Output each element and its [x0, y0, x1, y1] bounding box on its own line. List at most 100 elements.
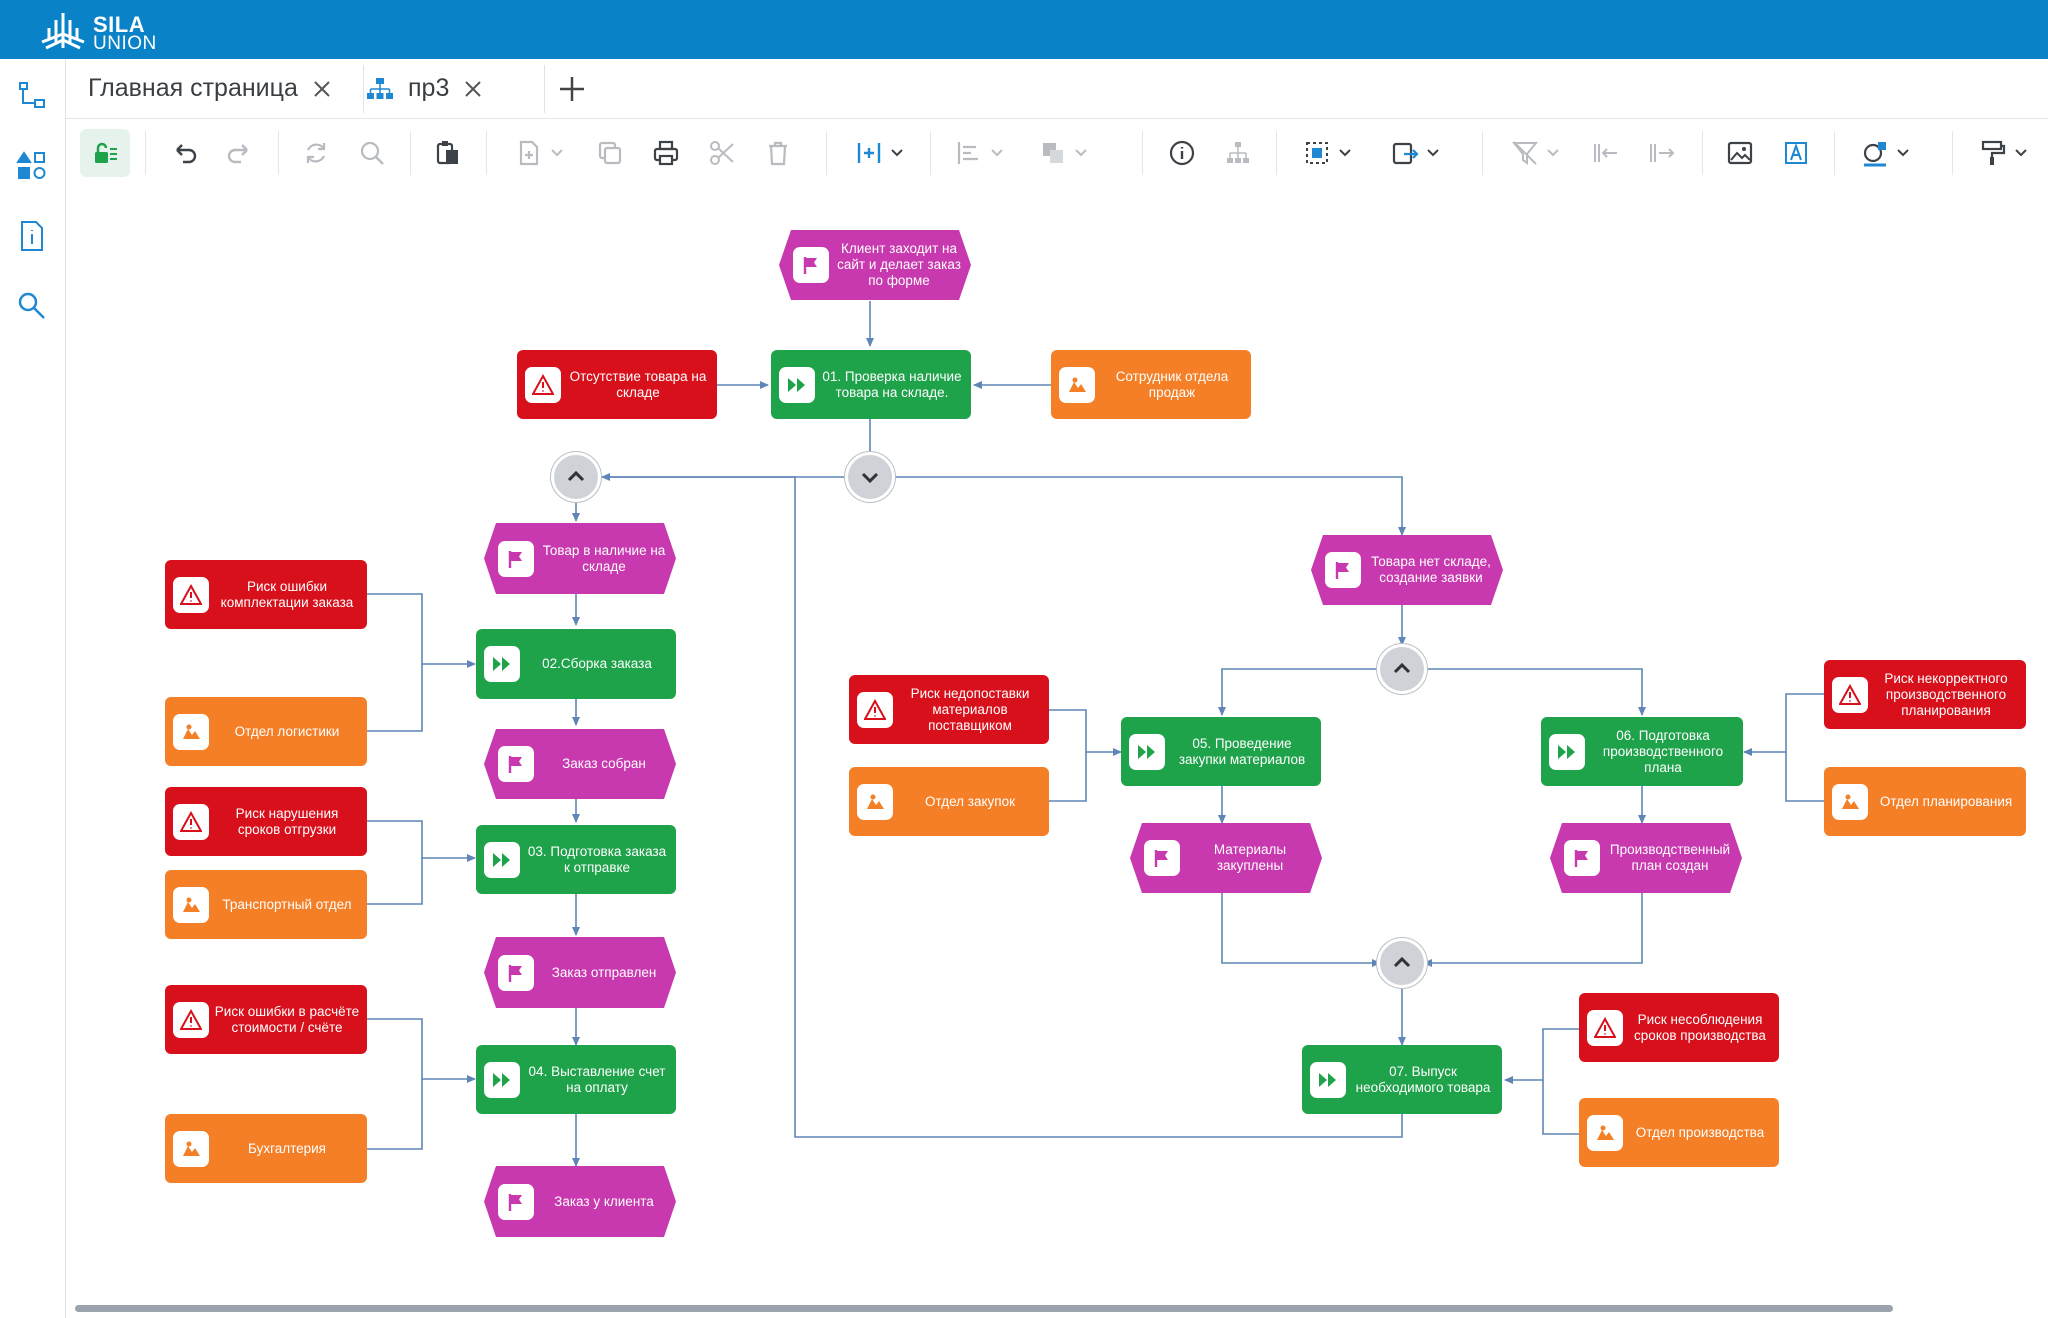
node-label: 03. Подготовка заказа к отправке	[527, 843, 667, 875]
org-unit-node[interactable]: Транспортный отдел	[165, 870, 367, 939]
flag-icon	[803, 257, 817, 274]
node-icon-box	[1144, 840, 1180, 876]
org-unit-node[interactable]: Бухгалтерия	[165, 1114, 367, 1183]
org-unit-icon	[1597, 1125, 1614, 1140]
node-label: 02.Сборка заказа	[542, 656, 652, 671]
node-icon-box	[173, 1130, 209, 1167]
event-node[interactable]: Заказ у клиента	[484, 1166, 676, 1237]
org-unit-icon	[1842, 794, 1859, 809]
warning-icon	[1839, 683, 1861, 705]
node-icon-box	[484, 1061, 520, 1098]
node-label: Товара нет складе, создание заявки	[1371, 554, 1491, 585]
function-node[interactable]: 06. Подготовка производственного плана	[1541, 717, 1743, 786]
flag-icon	[508, 1193, 522, 1211]
node-icon-box	[173, 886, 209, 923]
function-icon	[1138, 744, 1155, 759]
gate-right-up[interactable]	[1377, 644, 1427, 694]
function-node[interactable]: 03. Подготовка заказа к отправке	[476, 825, 676, 894]
event-node[interactable]: Заказ собран	[484, 729, 676, 799]
node-label: Отдел планирования	[1879, 793, 2013, 809]
warning-icon	[532, 373, 554, 395]
function-node[interactable]: 04. Выставление счет на оплату	[476, 1045, 676, 1114]
org-unit-icon	[1069, 377, 1086, 392]
node-label: Отдел закупок	[924, 793, 1016, 809]
node-icon-box	[498, 746, 534, 782]
risk-node[interactable]: Риск нарушения сроков отгрузки	[165, 787, 367, 856]
flag-icon	[1154, 850, 1168, 867]
node-label: Отдел логистики	[234, 723, 340, 739]
event-node[interactable]: Товара нет складе, создание заявки	[1311, 535, 1503, 605]
node-label: Риск ошибки в расчёте стоимости / счёте	[214, 1003, 360, 1035]
function-icon	[493, 852, 510, 867]
node-icon-box	[1549, 733, 1585, 770]
event-node[interactable]: Заказ отправлен	[484, 937, 676, 1008]
risk-node[interactable]: Риск ошибки в расчёте стоимости / счёте	[165, 985, 367, 1054]
node-icon-box	[525, 366, 561, 403]
node-icon-box	[484, 841, 520, 878]
risk-node[interactable]: Отсутствие товара на складе	[517, 350, 717, 419]
node-label: Отсутствие товара на складе	[569, 368, 707, 400]
node-label: 01. Проверка наличие товара на складе.	[822, 368, 962, 400]
org-unit-node[interactable]: Сотрудник отдела продаж	[1051, 350, 1251, 419]
risk-node[interactable]: Риск некорректного производственного пла…	[1824, 660, 2026, 729]
node-label: Транспортный отдел	[222, 896, 352, 912]
risk-node[interactable]: Риск недопоставки материалов поставщиком	[849, 675, 1049, 744]
node-icon-box	[1587, 1009, 1623, 1046]
event-node[interactable]: Производственный план создан	[1550, 823, 1742, 893]
node-icon-box	[173, 576, 209, 613]
org-unit-node[interactable]: Отдел производства	[1579, 1098, 1779, 1167]
chevron-up-icon	[1393, 662, 1411, 674]
org-unit-icon	[183, 1141, 200, 1156]
chevron-up-icon	[567, 470, 585, 482]
org-unit-node[interactable]: Отдел закупок	[849, 767, 1049, 836]
node-icon-box	[1129, 733, 1165, 770]
warning-icon	[180, 583, 202, 605]
node-label: Производственный план создан	[1609, 842, 1731, 873]
event-node[interactable]: Товар в наличие на складе	[484, 523, 676, 594]
org-unit-node[interactable]: Отдел логистики	[165, 697, 367, 766]
node-label: Материалы закуплены	[1213, 842, 1287, 873]
node-label: Заказ собран	[562, 756, 646, 771]
gate-left-up[interactable]	[551, 452, 601, 502]
risk-node[interactable]: Риск ошибки комплектации заказа	[165, 560, 367, 629]
warning-icon	[180, 1008, 202, 1030]
function-node[interactable]: 07. Выпуск необходимого товара	[1302, 1045, 1502, 1114]
chevron-up-icon	[1393, 956, 1411, 968]
node-icon-box	[857, 691, 893, 728]
node-icon-box	[1059, 366, 1095, 403]
warning-icon	[180, 810, 202, 832]
function-node[interactable]: 02.Сборка заказа	[476, 629, 676, 699]
node-icon-box	[779, 366, 815, 403]
node-icon-box	[1564, 840, 1600, 876]
node-icon-box	[173, 1001, 209, 1038]
warning-icon	[864, 698, 886, 720]
horizontal-scrollbar[interactable]	[75, 1305, 1893, 1312]
flag-icon	[508, 550, 522, 568]
function-node[interactable]: 01. Проверка наличие товара на складе.	[771, 350, 971, 419]
node-label: 05. Проведение закупки материалов	[1178, 735, 1306, 767]
node-label: Риск несоблюдения сроков производства	[1634, 1011, 1766, 1043]
org-unit-icon	[183, 724, 200, 739]
function-node[interactable]: 05. Проведение закупки материалов	[1121, 717, 1321, 786]
event-node[interactable]: Клиент заходит на сайт и делает заказ по…	[779, 230, 971, 300]
function-icon	[788, 377, 805, 392]
function-icon	[1558, 744, 1575, 759]
node-icon-box	[793, 247, 829, 283]
event-node[interactable]: Материалы закуплены	[1130, 823, 1322, 893]
gate-bottom-up[interactable]	[1377, 938, 1427, 988]
node-label: Отдел производства	[1635, 1124, 1765, 1140]
node-label: Клиент заходит на сайт и делает заказ по…	[837, 241, 961, 288]
node-icon-box	[1587, 1114, 1623, 1151]
node-icon-box	[498, 954, 534, 991]
flag-icon	[508, 964, 522, 982]
node-icon-box	[1832, 676, 1868, 713]
node-label: Заказ у клиента	[554, 1193, 654, 1209]
node-icon-box	[173, 803, 209, 840]
gate-top-down[interactable]	[845, 452, 895, 502]
risk-node[interactable]: Риск несоблюдения сроков производства	[1579, 993, 1779, 1062]
node-icon-box	[1310, 1061, 1346, 1098]
node-label: 04. Выставление счет на оплату	[528, 1063, 666, 1095]
org-unit-node[interactable]: Отдел планирования	[1824, 767, 2026, 836]
node-label: 06. Подготовка производственного плана	[1602, 727, 1724, 775]
node-icon-box	[857, 783, 893, 820]
